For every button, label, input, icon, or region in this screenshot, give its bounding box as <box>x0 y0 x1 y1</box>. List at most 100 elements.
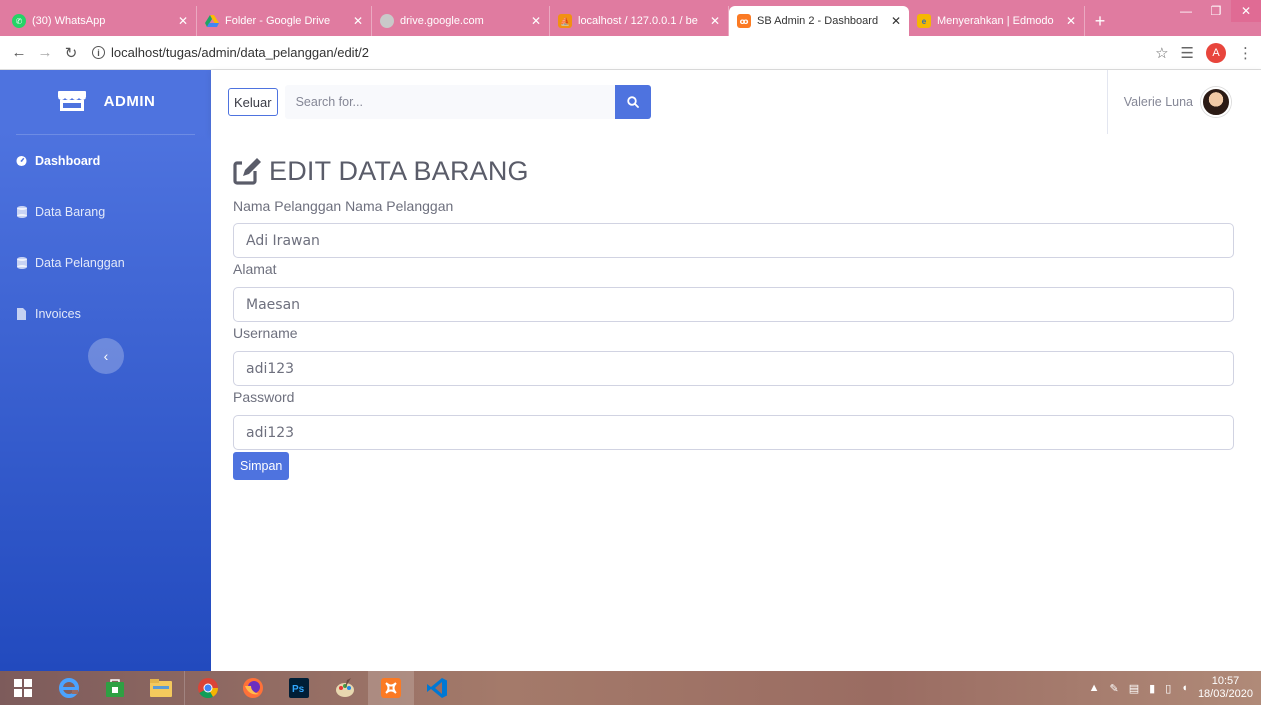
battery-icon[interactable]: ▯ <box>1165 682 1171 695</box>
taskbar: Ps ▲ ✎ ▤ ▮ ▯ ◖ 10:57 18/03/2020 <box>0 671 1261 705</box>
windows-start-icon[interactable] <box>0 671 46 705</box>
page-title: EDIT DATA BARANG <box>233 156 529 187</box>
label-alamat: Alamat <box>233 261 277 277</box>
sidebar-item-data-barang[interactable]: Data Barang <box>0 186 211 237</box>
vscode-icon[interactable] <box>414 671 460 705</box>
sidebar-item-label: Invoices <box>35 306 81 321</box>
user-name: Valerie Luna <box>1123 95 1193 109</box>
clock-time: 10:57 <box>1211 675 1240 687</box>
window-controls: — ❐ ✕ <box>1171 0 1261 22</box>
sidebar-item-label: Data Pelanggan <box>35 255 125 270</box>
sidebar: ADMIN Dashboard Data Barang Data Pelangg… <box>0 70 211 671</box>
tab-sb-admin[interactable]: ꝏ SB Admin 2 - Dashboard ✕ <box>729 6 909 36</box>
close-icon[interactable]: ✕ <box>891 14 901 28</box>
brand-text: ADMIN <box>103 92 156 110</box>
password-input[interactable] <box>233 415 1234 450</box>
url-text: localhost/tugas/admin/data_pelanggan/edi… <box>111 45 370 60</box>
network-icon[interactable]: ▤ <box>1129 682 1139 695</box>
menu-dots-icon[interactable]: ⋮ <box>1238 44 1253 62</box>
system-tray: ▲ ✎ ▤ ▮ ▯ ◖ 10:57 18/03/2020 <box>1089 671 1253 705</box>
bookmark-star-icon[interactable]: ☆ <box>1155 44 1168 62</box>
chrome-icon[interactable] <box>184 671 230 705</box>
tab-title: localhost / 127.0.0.1 / be <box>578 15 698 27</box>
database-icon <box>16 256 27 269</box>
signal-icon[interactable]: ▮ <box>1149 682 1155 695</box>
paint-icon[interactable] <box>322 671 368 705</box>
firefox-icon[interactable] <box>230 671 276 705</box>
pen-icon[interactable]: ✎ <box>1110 682 1119 695</box>
tab-google-drive[interactable]: Folder - Google Drive ✕ <box>197 6 372 36</box>
label-password: Password <box>233 389 295 405</box>
search-group <box>284 85 651 119</box>
profile-avatar[interactable]: A <box>1206 42 1226 63</box>
tab-phpmyadmin[interactable]: ⛵ localhost / 127.0.0.1 / be ✕ <box>550 6 729 36</box>
topbar: Keluar Valerie Luna <box>211 70 1261 134</box>
sidebar-item-label: Data Barang <box>35 204 106 219</box>
google-drive-icon <box>205 14 219 28</box>
photoshop-icon[interactable]: Ps <box>276 671 322 705</box>
sidebar-item-label: Dashboard <box>35 153 101 168</box>
page-title-text: EDIT DATA BARANG <box>269 156 529 186</box>
tab-title: (30) WhatsApp <box>32 15 106 27</box>
store-icon <box>56 89 88 113</box>
tab-drive-google[interactable]: drive.google.com ✕ <box>372 6 550 36</box>
store-app-icon[interactable] <box>92 671 138 705</box>
sidebar-brand[interactable]: ADMIN <box>0 70 211 132</box>
close-icon[interactable]: ✕ <box>710 14 720 28</box>
tray-arrow-icon[interactable]: ▲ <box>1089 682 1100 694</box>
tab-whatsapp[interactable]: ✆ (30) WhatsApp ✕ <box>4 6 197 36</box>
sidebar-item-data-pelanggan[interactable]: Data Pelanggan <box>0 237 211 288</box>
close-icon[interactable]: ✕ <box>531 14 541 28</box>
simpan-button[interactable]: Simpan <box>233 452 290 480</box>
search-button[interactable] <box>614 85 651 119</box>
close-icon[interactable]: ✕ <box>1066 14 1076 28</box>
sidebar-item-dashboard[interactable]: Dashboard <box>0 135 211 186</box>
nama-pelanggan-input[interactable] <box>233 223 1234 258</box>
internet-explorer-icon[interactable] <box>46 671 92 705</box>
tab-title: SB Admin 2 - Dashboard <box>757 15 879 27</box>
reading-list-icon[interactable]: ☰ <box>1181 44 1194 62</box>
address-bar[interactable]: i localhost/tugas/admin/data_pelanggan/e… <box>86 40 1155 66</box>
whatsapp-icon: ✆ <box>12 14 26 28</box>
close-icon[interactable]: ✕ <box>353 14 363 28</box>
new-tab-button[interactable]: + <box>1085 6 1115 36</box>
main-content: EDIT DATA BARANG Nama Pelanggan Nama Pel… <box>211 134 1261 671</box>
file-icon <box>16 307 27 320</box>
clock-date: 18/03/2020 <box>1197 688 1253 700</box>
xampp-taskbar-icon[interactable] <box>368 671 414 705</box>
volume-icon[interactable]: ◖ <box>1181 682 1188 694</box>
logout-button[interactable]: Keluar <box>228 88 278 116</box>
globe-icon <box>380 14 394 28</box>
edit-icon <box>233 157 264 186</box>
dashboard-icon <box>16 155 27 166</box>
avatar <box>1201 87 1231 117</box>
phpmyadmin-icon: ⛵ <box>558 14 572 28</box>
alamat-input[interactable] <box>233 287 1234 322</box>
sidebar-item-invoices[interactable]: Invoices <box>0 288 211 339</box>
info-icon[interactable]: i <box>92 46 105 59</box>
back-arrow-icon[interactable]: ← <box>8 42 30 64</box>
edmodo-icon: e <box>917 14 931 28</box>
reload-icon[interactable]: ↻ <box>60 42 82 64</box>
tab-edmodo[interactable]: e Menyerahkan | Edmodo ✕ <box>909 6 1085 36</box>
tab-title: Menyerahkan | Edmodo <box>937 15 1054 27</box>
tab-title: drive.google.com <box>400 15 484 27</box>
forward-arrow-icon[interactable]: → <box>34 42 56 64</box>
close-icon[interactable]: ✕ <box>178 14 188 28</box>
system-clock[interactable]: 10:57 18/03/2020 <box>1198 675 1253 701</box>
browser-toolbar: ← → ↻ i localhost/tugas/admin/data_pelan… <box>0 36 1261 70</box>
search-icon <box>626 96 639 108</box>
minimize-icon[interactable]: — <box>1171 0 1201 22</box>
restore-icon[interactable]: ❐ <box>1201 0 1231 22</box>
label-username: Username <box>233 325 298 341</box>
xampp-icon: ꝏ <box>737 14 751 28</box>
file-explorer-icon[interactable] <box>138 671 184 705</box>
user-dropdown[interactable]: Valerie Luna <box>1106 70 1231 134</box>
username-input[interactable] <box>233 351 1234 386</box>
search-input[interactable] <box>284 85 615 119</box>
sidebar-toggle-button[interactable]: ‹ <box>88 338 124 374</box>
toolbar-right: ☆ ☰ A ⋮ <box>1155 42 1253 63</box>
window-close-icon[interactable]: ✕ <box>1231 0 1261 22</box>
tab-title: Folder - Google Drive <box>225 15 331 27</box>
svg-text:Ps: Ps <box>292 684 305 695</box>
